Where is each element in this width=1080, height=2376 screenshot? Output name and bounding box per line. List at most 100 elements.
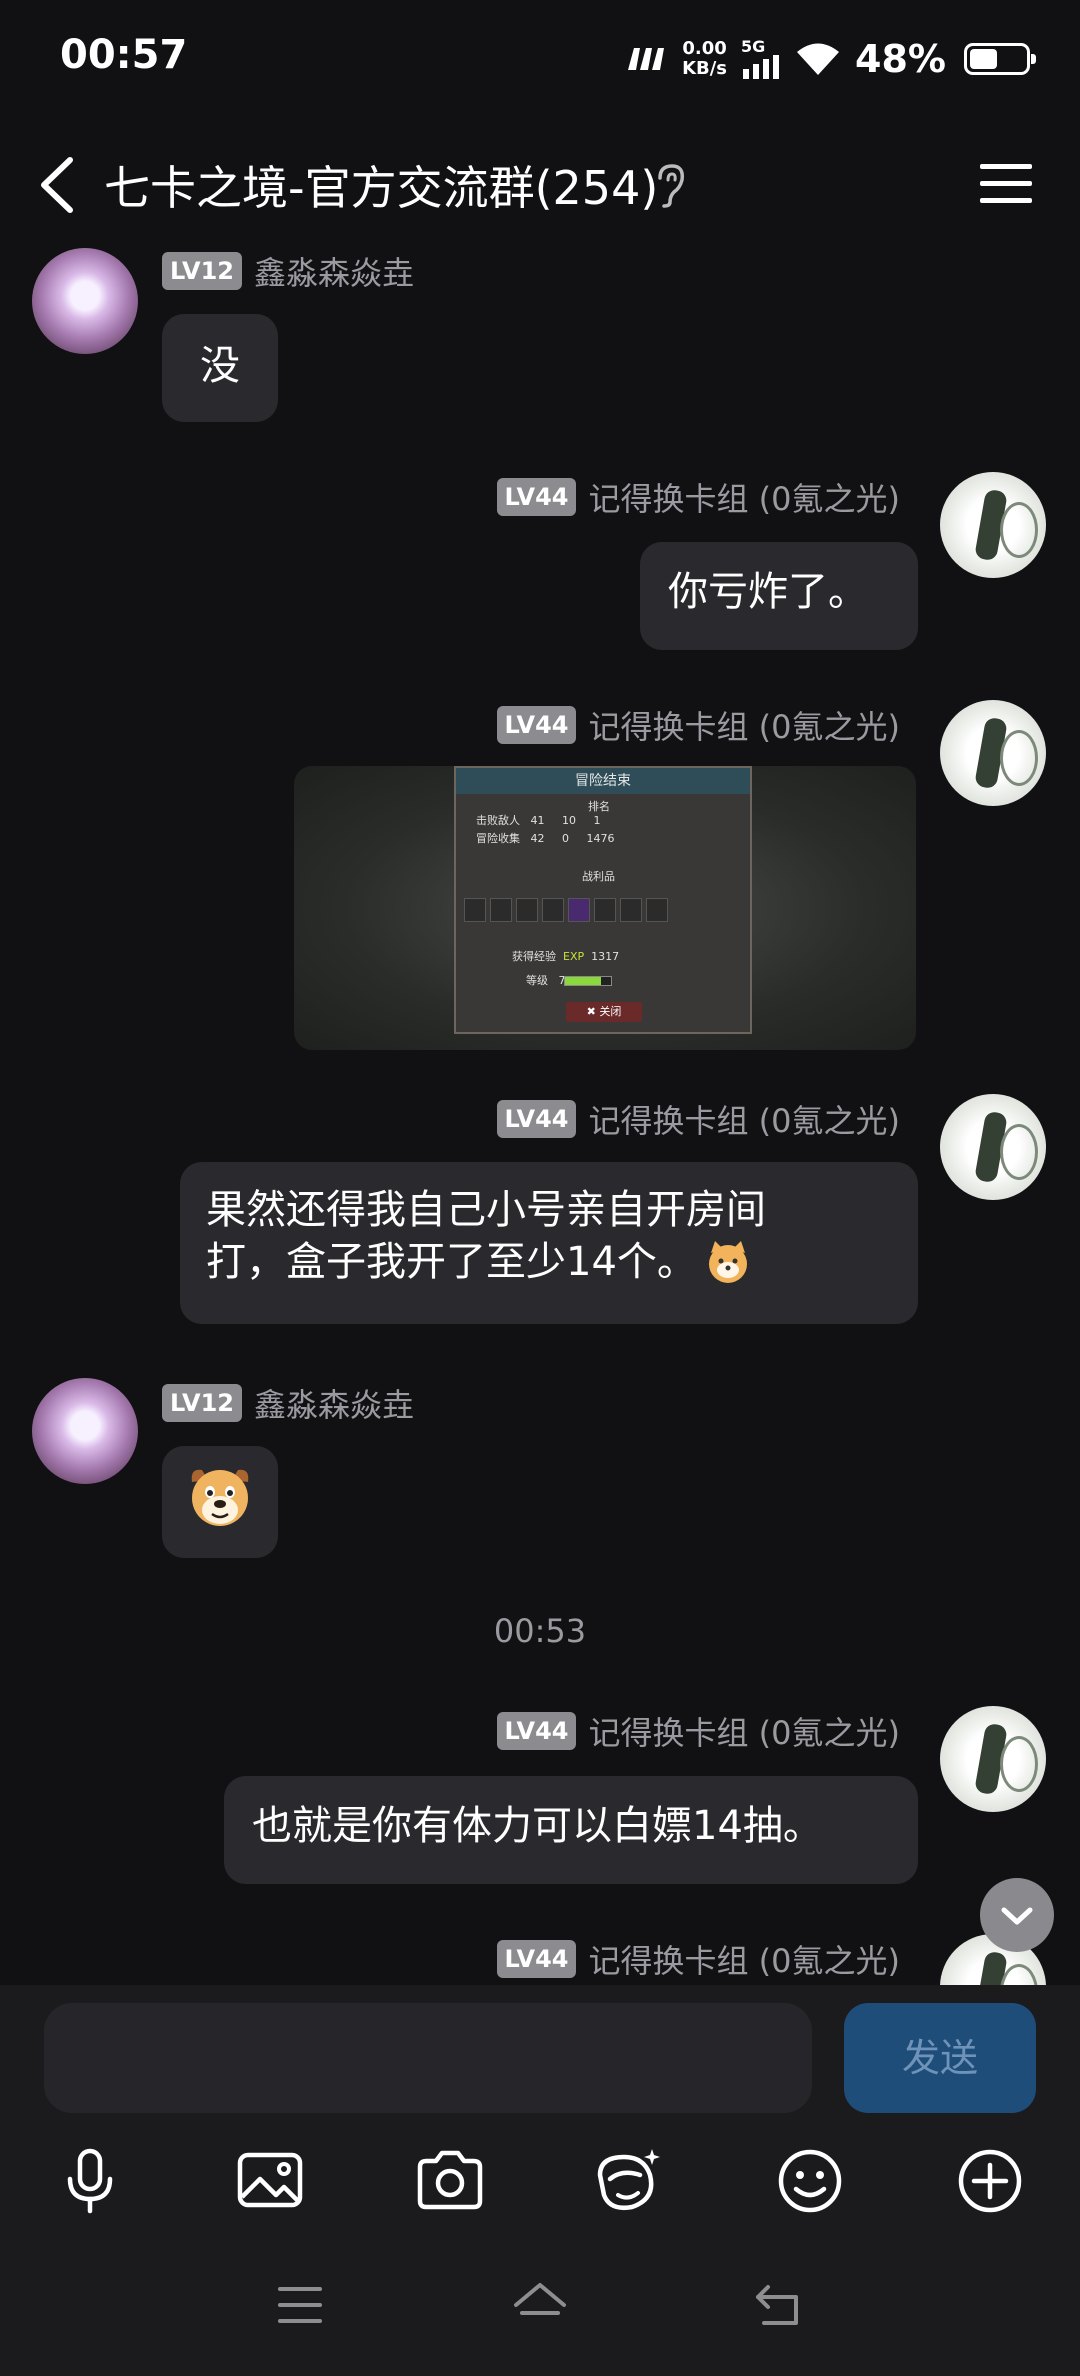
level-badge: LV44: [496, 706, 577, 744]
result-close-button: ✖ 关闭: [566, 1002, 642, 1022]
loot-slot: [516, 898, 538, 922]
loot-slot: [542, 898, 564, 922]
message-list[interactable]: LV12 鑫淼森焱垚 没 LV44 记得换卡组 (0氪之光) 你亏炸了。 LV4…: [0, 240, 1080, 1985]
loot-slot: [594, 898, 616, 922]
status-bar: 00:57 0.00 KB/s 5G 48%: [0, 0, 1080, 120]
level-badge: LV44: [496, 1940, 577, 1978]
exp-label: 获得经验: [512, 950, 556, 963]
image-icon[interactable]: [234, 2145, 306, 2217]
message-bubble[interactable]: 也就是你有体力可以白嫖14抽。: [224, 1776, 918, 1884]
chat-header: 七卡之境-官方交流群(254): [0, 130, 1080, 240]
image-message[interactable]: 冒险结束 排名 击败敌人 41 10 1 冒险收集 42 0 1476 战利品: [294, 766, 916, 1050]
sender-name[interactable]: 记得换卡组 (0氪之光): [588, 1096, 900, 1142]
camera-icon[interactable]: [414, 2145, 486, 2217]
wifi-icon: [795, 41, 841, 77]
avatar[interactable]: [940, 700, 1046, 806]
net-speed-value: 0.00: [682, 38, 727, 59]
message-bubble[interactable]: [162, 1446, 278, 1558]
level-badge: LV44: [496, 1712, 577, 1750]
back-arrow-icon[interactable]: [30, 150, 90, 220]
stat-value: 42: [530, 832, 545, 845]
send-button[interactable]: 发送: [844, 2003, 1036, 2113]
loot-slot: [490, 898, 512, 922]
exp-row: 获得经验 EXP 1317: [512, 948, 619, 964]
plus-icon[interactable]: [954, 2145, 1026, 2217]
avatar[interactable]: [32, 248, 138, 354]
sender-info: LV44 记得换卡组 (0氪之光): [496, 1708, 900, 1754]
stat-value: 1: [593, 814, 601, 827]
shiba-emoji-icon: [705, 1239, 751, 1285]
loot-label: 战利品: [582, 870, 615, 883]
message-text-line: 打，盒子我开了至少14个。: [206, 1239, 697, 1285]
stat-value: 10: [561, 814, 576, 827]
back-icon[interactable]: [750, 2277, 810, 2333]
system-navigation-bar: [0, 2235, 1080, 2376]
cellular-signal-icon: 5G: [741, 39, 781, 79]
gif-face-icon[interactable]: [592, 2145, 664, 2217]
scroll-to-bottom-button[interactable]: [980, 1878, 1054, 1952]
defeated-label: 击败敌人: [476, 814, 520, 827]
net-speed-unit: KB/s: [682, 58, 728, 79]
group-title: 七卡之境-官方交流群(254): [104, 161, 659, 215]
defeated-row: 击败敌人 41 10 1: [476, 812, 600, 828]
level-badge: LV12: [162, 252, 242, 290]
sender-name[interactable]: 记得换卡组 (0氪之光): [588, 474, 900, 520]
avatar[interactable]: [940, 1706, 1046, 1812]
sender-name[interactable]: 鑫淼森焱垚: [254, 1380, 414, 1426]
loot-slot: [464, 898, 486, 922]
home-icon[interactable]: [510, 2277, 570, 2333]
message-bubble[interactable]: 你亏炸了。: [640, 542, 918, 650]
sender-name[interactable]: 记得换卡组 (0氪之光): [588, 702, 900, 748]
emoji-icon[interactable]: [774, 2145, 846, 2217]
collect-row: 冒险收集 42 0 1476: [476, 830, 614, 846]
network-speed: 0.00 KB/s: [682, 39, 727, 79]
message-input[interactable]: [44, 2003, 812, 2113]
message-text-line: 果然还得我自己小号亲自开房间: [206, 1187, 766, 1233]
sender-info: LV44 记得换卡组 (0氪之光): [496, 1936, 900, 1982]
battery-icon: [964, 43, 1036, 75]
exp-tag: EXP: [563, 950, 585, 963]
sender-name[interactable]: 鑫淼森焱垚: [254, 248, 414, 294]
loot-slot: [568, 898, 590, 922]
signal-brand-icon: [624, 44, 668, 74]
result-title: 冒险结束: [456, 768, 750, 794]
battery-percent: 48%: [855, 37, 946, 81]
exp-progress-bar: [564, 976, 612, 986]
stat-value: 0: [561, 832, 569, 845]
avatar[interactable]: [32, 1378, 138, 1484]
hamburger-menu-icon[interactable]: [976, 158, 1036, 210]
dog-face-emoji-icon: [186, 1462, 254, 1530]
recent-apps-icon[interactable]: [270, 2277, 330, 2333]
stat-value: 41: [530, 814, 545, 827]
message-bubble[interactable]: 没: [162, 314, 278, 422]
collect-label: 冒险收集: [476, 832, 520, 845]
sender-info: LV44 记得换卡组 (0氪之光): [496, 474, 900, 520]
level-badge: LV44: [496, 478, 577, 516]
sender-name[interactable]: 记得换卡组 (0氪之光): [588, 1936, 900, 1982]
close-label: 关闭: [599, 1005, 622, 1018]
composer-bar: 发送: [0, 1985, 1080, 2125]
avatar[interactable]: [940, 1094, 1046, 1200]
sender-info: LV44 记得换卡组 (0氪之光): [496, 1096, 900, 1142]
sender-info: LV12 鑫淼森焱垚: [162, 248, 414, 294]
level-badge: LV44: [496, 1100, 577, 1138]
level-label: 等级: [526, 974, 548, 987]
level-badge: LV12: [162, 1384, 242, 1422]
network-type: 5G: [741, 37, 766, 56]
game-result-panel: 冒险结束 排名 击败敌人 41 10 1 冒险收集 42 0 1476 战利品: [454, 766, 752, 1034]
exp-value: 1317: [591, 950, 620, 963]
chevron-down-icon: [1001, 1907, 1033, 1925]
ear-icon[interactable]: [650, 160, 690, 210]
sender-name[interactable]: 记得换卡组 (0氪之光): [588, 1708, 900, 1754]
message-bubble[interactable]: 果然还得我自己小号亲自开房间 打，盒子我开了至少14个。: [180, 1162, 918, 1324]
composer-toolbar: [0, 2125, 1080, 2235]
sender-info: LV44 记得换卡组 (0氪之光): [496, 702, 900, 748]
stat-value: 1476: [586, 832, 615, 845]
status-indicators: 0.00 KB/s 5G 48%: [624, 34, 1036, 84]
avatar[interactable]: [940, 472, 1046, 578]
time-divider: 00:53: [493, 1612, 587, 1650]
level-row: 等级 7: [526, 972, 566, 988]
loot-slot: [620, 898, 642, 922]
sender-info: LV12 鑫淼森焱垚: [162, 1380, 414, 1426]
microphone-icon[interactable]: [54, 2145, 126, 2217]
